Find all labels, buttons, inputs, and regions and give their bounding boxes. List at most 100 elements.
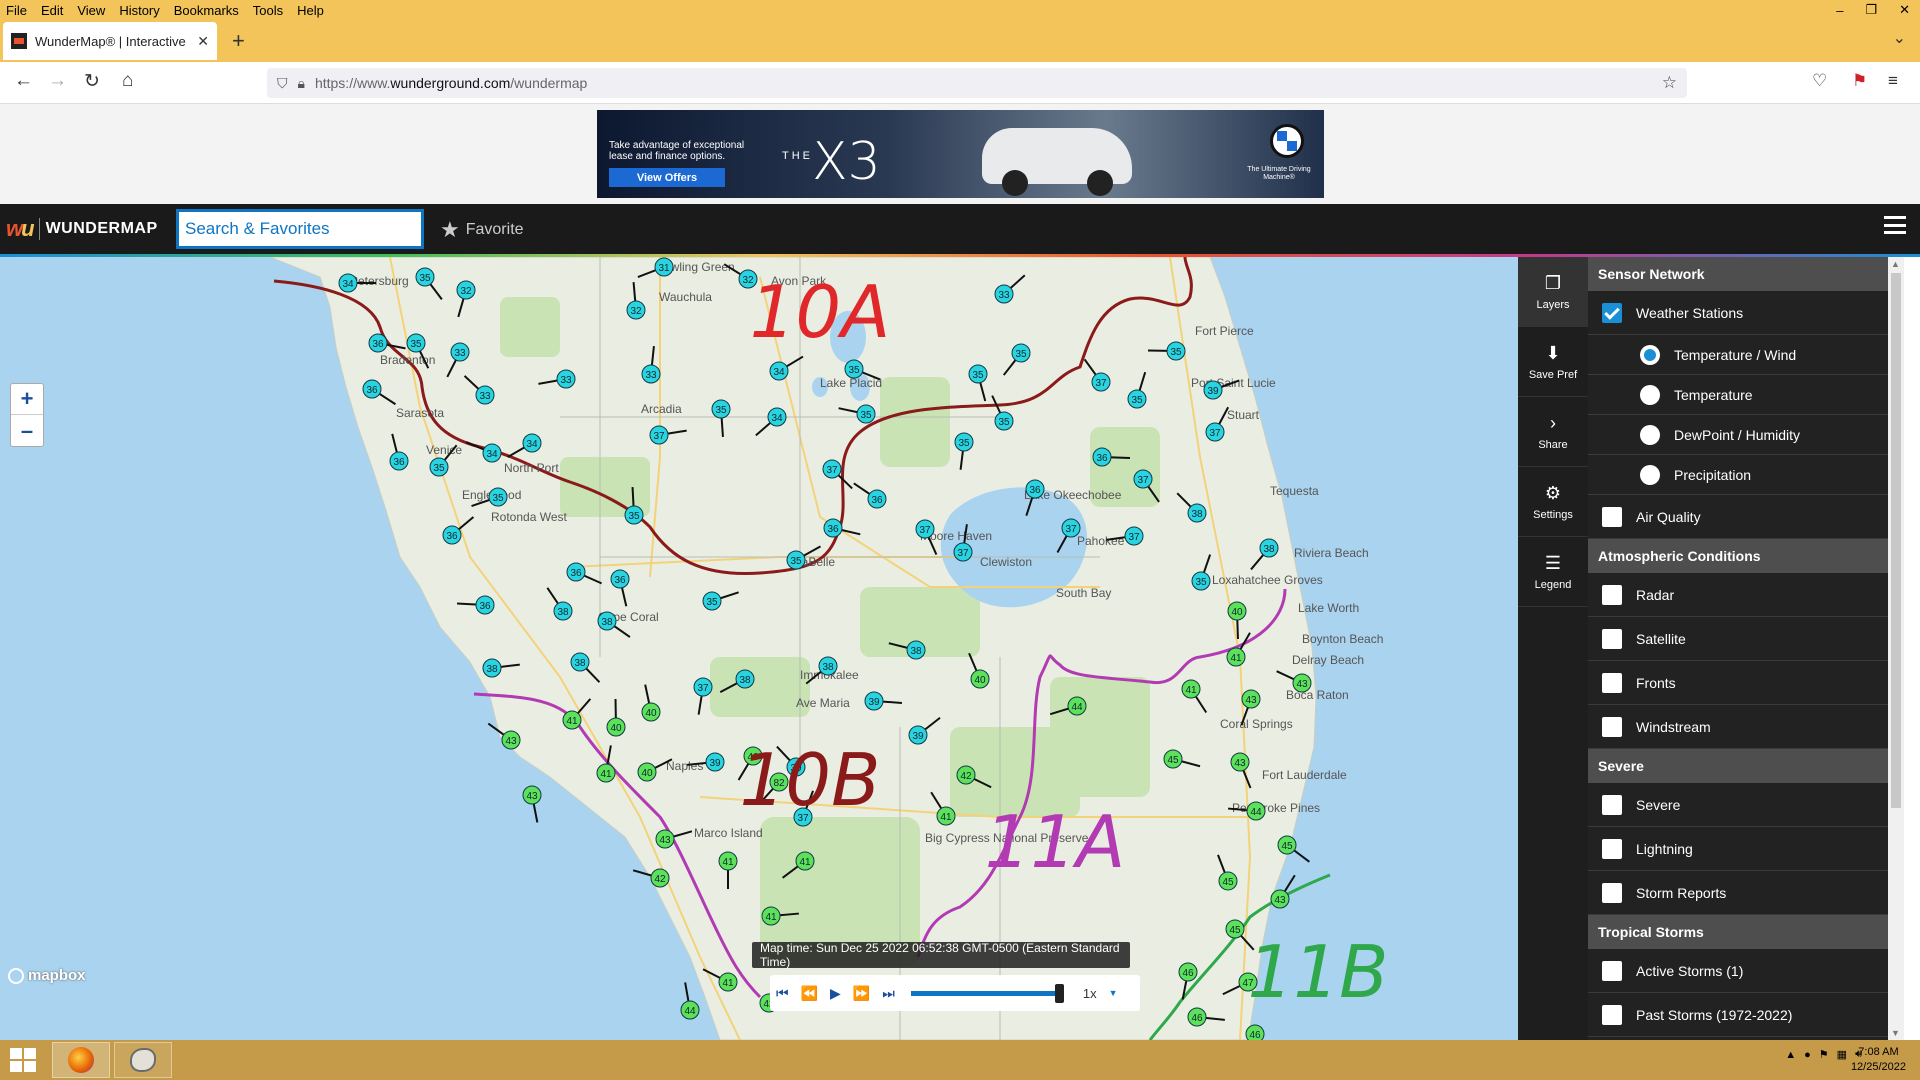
layer-radar[interactable]: Radar xyxy=(1588,573,1888,617)
storm-reports-checkbox[interactable] xyxy=(1602,882,1622,903)
network-icon[interactable]: ▦ xyxy=(1837,1048,1847,1061)
fast-forward-icon[interactable]: ⏩ xyxy=(853,985,870,1002)
layer-past-storms[interactable]: Past Storms (1972-2022) xyxy=(1588,993,1888,1037)
weather-stations-checkbox[interactable] xyxy=(1602,302,1622,323)
scroll-down-icon[interactable]: ▼ xyxy=(1891,1028,1900,1038)
skip-end-icon[interactable]: ⏭ xyxy=(882,985,895,1002)
zoom-in-button[interactable]: + xyxy=(11,384,43,415)
close-window-icon[interactable]: ✕ xyxy=(1899,2,1910,18)
layer-lightning[interactable]: Lightning xyxy=(1588,827,1888,871)
layer-severe[interactable]: Severe xyxy=(1588,783,1888,827)
restore-icon[interactable]: ❐ xyxy=(1865,2,1877,18)
clock-time: 7:08 AM xyxy=(1858,1046,1899,1058)
skip-start-icon[interactable]: ⏮ xyxy=(776,985,789,1002)
mapbox-logo[interactable]: mapbox xyxy=(8,967,86,984)
weather-map[interactable]: Petersburg Bradenton Sarasota Venice North P… xyxy=(0,257,1518,1040)
firefox-taskbar-button[interactable] xyxy=(52,1042,110,1078)
extension-icon[interactable]: ⚑ xyxy=(1852,71,1867,91)
tool-layers[interactable]: ❐ Layers xyxy=(1518,257,1588,327)
menu-tools[interactable]: Tools xyxy=(246,3,290,18)
severe-checkbox[interactable] xyxy=(1602,794,1622,815)
play-icon[interactable]: ▶ xyxy=(830,985,841,1002)
menu-file[interactable]: File xyxy=(0,3,34,18)
back-icon[interactable]: ← xyxy=(14,70,33,92)
precipitation-radio[interactable] xyxy=(1640,464,1660,485)
menu-bookmarks[interactable]: Bookmarks xyxy=(167,3,246,18)
tool-save-pref[interactable]: ⬇ Save Pref xyxy=(1518,327,1588,397)
bmw-ad-banner[interactable]: Take advantage of exceptional lease and … xyxy=(597,110,1324,198)
taskbar-clock[interactable]: 7:08 AM 12/25/2022 xyxy=(1851,1045,1906,1075)
view-offers-button[interactable]: View Offers xyxy=(609,168,725,187)
chevron-down-icon[interactable]: ⌄ xyxy=(1893,28,1906,48)
station-temp: 43 xyxy=(1296,679,1308,690)
speed-select[interactable]: 1x xyxy=(1083,986,1097,1001)
windstream-checkbox[interactable] xyxy=(1602,716,1622,737)
layer-temperature-wind[interactable]: Temperature / Wind xyxy=(1588,335,1888,375)
action-center-icon[interactable]: ⚑ xyxy=(1819,1048,1829,1061)
rewind-icon[interactable]: ⏪ xyxy=(801,985,818,1002)
active-storms-checkbox[interactable] xyxy=(1602,960,1622,981)
satellite-checkbox[interactable] xyxy=(1602,628,1622,649)
tool-settings[interactable]: ⚙ Settings xyxy=(1518,467,1588,537)
minimize-icon[interactable]: – xyxy=(1836,3,1843,18)
reload-icon[interactable]: ↻ xyxy=(84,70,100,93)
panel-scrollbar[interactable]: ▲ ▼ xyxy=(1888,257,1904,1040)
scroll-up-icon[interactable]: ▲ xyxy=(1891,259,1900,269)
menu-history[interactable]: History xyxy=(112,3,166,18)
tool-legend[interactable]: ☰ Legend xyxy=(1518,537,1588,607)
timeline-slider[interactable] xyxy=(910,983,1064,1003)
timeline-handle[interactable] xyxy=(1054,983,1064,1003)
layer-weather-stations[interactable]: Weather Stations xyxy=(1588,291,1888,335)
scrollbar-thumb[interactable] xyxy=(1891,273,1901,808)
temperature-radio[interactable] xyxy=(1640,384,1660,405)
weather-station[interactable]: 44 xyxy=(680,982,700,1020)
lightning-checkbox[interactable] xyxy=(1602,838,1622,859)
search-input[interactable]: Search & Favorites xyxy=(176,209,424,249)
bookmark-star-icon[interactable]: ☆ xyxy=(1662,73,1677,93)
lock-icon[interactable]: 🔒︎ xyxy=(298,75,305,92)
browser-tab[interactable]: WunderMap® | Interactive We ✕ xyxy=(3,22,217,60)
layer-temperature[interactable]: Temperature xyxy=(1588,375,1888,415)
forward-icon[interactable]: → xyxy=(48,70,67,92)
radar-checkbox[interactable] xyxy=(1602,584,1622,605)
dewpoint-radio[interactable] xyxy=(1640,424,1660,445)
tool-share[interactable]: › Share xyxy=(1518,397,1588,467)
menu-edit[interactable]: Edit xyxy=(34,3,70,18)
layer-storm-reports[interactable]: Storm Reports xyxy=(1588,871,1888,915)
close-tab-icon[interactable]: ✕ xyxy=(197,33,209,50)
weather-station[interactable]: 43 xyxy=(522,785,542,823)
weather-station[interactable]: 46 xyxy=(1245,1024,1269,1040)
paint-taskbar-button[interactable] xyxy=(114,1042,172,1078)
temp-wind-radio[interactable] xyxy=(1640,344,1660,365)
tray-app-icon[interactable]: ● xyxy=(1804,1049,1811,1061)
shield-icon[interactable]: ⛉ xyxy=(277,75,288,92)
windows-start-icon[interactable] xyxy=(10,1048,36,1072)
tray-up-icon[interactable]: ▲ xyxy=(1785,1049,1796,1061)
hamburger-menu-icon[interactable] xyxy=(1884,216,1906,234)
pocket-icon[interactable]: ♡ xyxy=(1812,71,1827,91)
new-tab-icon[interactable]: + xyxy=(232,28,245,54)
place-label: Delray Beach xyxy=(1292,653,1364,667)
wu-logo[interactable]: wu WUNDERMAP xyxy=(6,216,158,242)
station-temp: 43 xyxy=(1274,895,1286,906)
layer-windstream[interactable]: Windstream xyxy=(1588,705,1888,749)
fronts-checkbox[interactable] xyxy=(1602,672,1622,693)
layer-satellite[interactable]: Satellite xyxy=(1588,617,1888,661)
layer-fronts[interactable]: Fronts xyxy=(1588,661,1888,705)
map-canvas[interactable]: PetersburgBradentonSarasotaVeniceNorth P… xyxy=(0,257,1518,1040)
layer-active-storms[interactable]: Active Storms (1) xyxy=(1588,949,1888,993)
app-menu-icon[interactable]: ≡ xyxy=(1888,71,1898,91)
speed-dropdown-icon[interactable]: ▼ xyxy=(1109,988,1118,998)
menu-help[interactable]: Help xyxy=(290,3,331,18)
favorite-button[interactable]: ★ Favorite xyxy=(440,217,524,243)
past-storms-checkbox[interactable] xyxy=(1602,1004,1622,1025)
home-icon[interactable]: ⌂ xyxy=(122,70,133,92)
address-bar[interactable]: ⛉ 🔒︎ https://www.wunderground.com/wunder… xyxy=(267,68,1687,98)
zoom-out-button[interactable]: – xyxy=(11,415,43,446)
menu-view[interactable]: View xyxy=(70,3,112,18)
layer-precipitation[interactable]: Precipitation xyxy=(1588,455,1888,495)
air-quality-checkbox[interactable] xyxy=(1602,506,1622,527)
station-temp: 32 xyxy=(460,286,472,297)
layer-air-quality[interactable]: Air Quality xyxy=(1588,495,1888,539)
layer-dewpoint[interactable]: DewPoint / Humidity xyxy=(1588,415,1888,455)
